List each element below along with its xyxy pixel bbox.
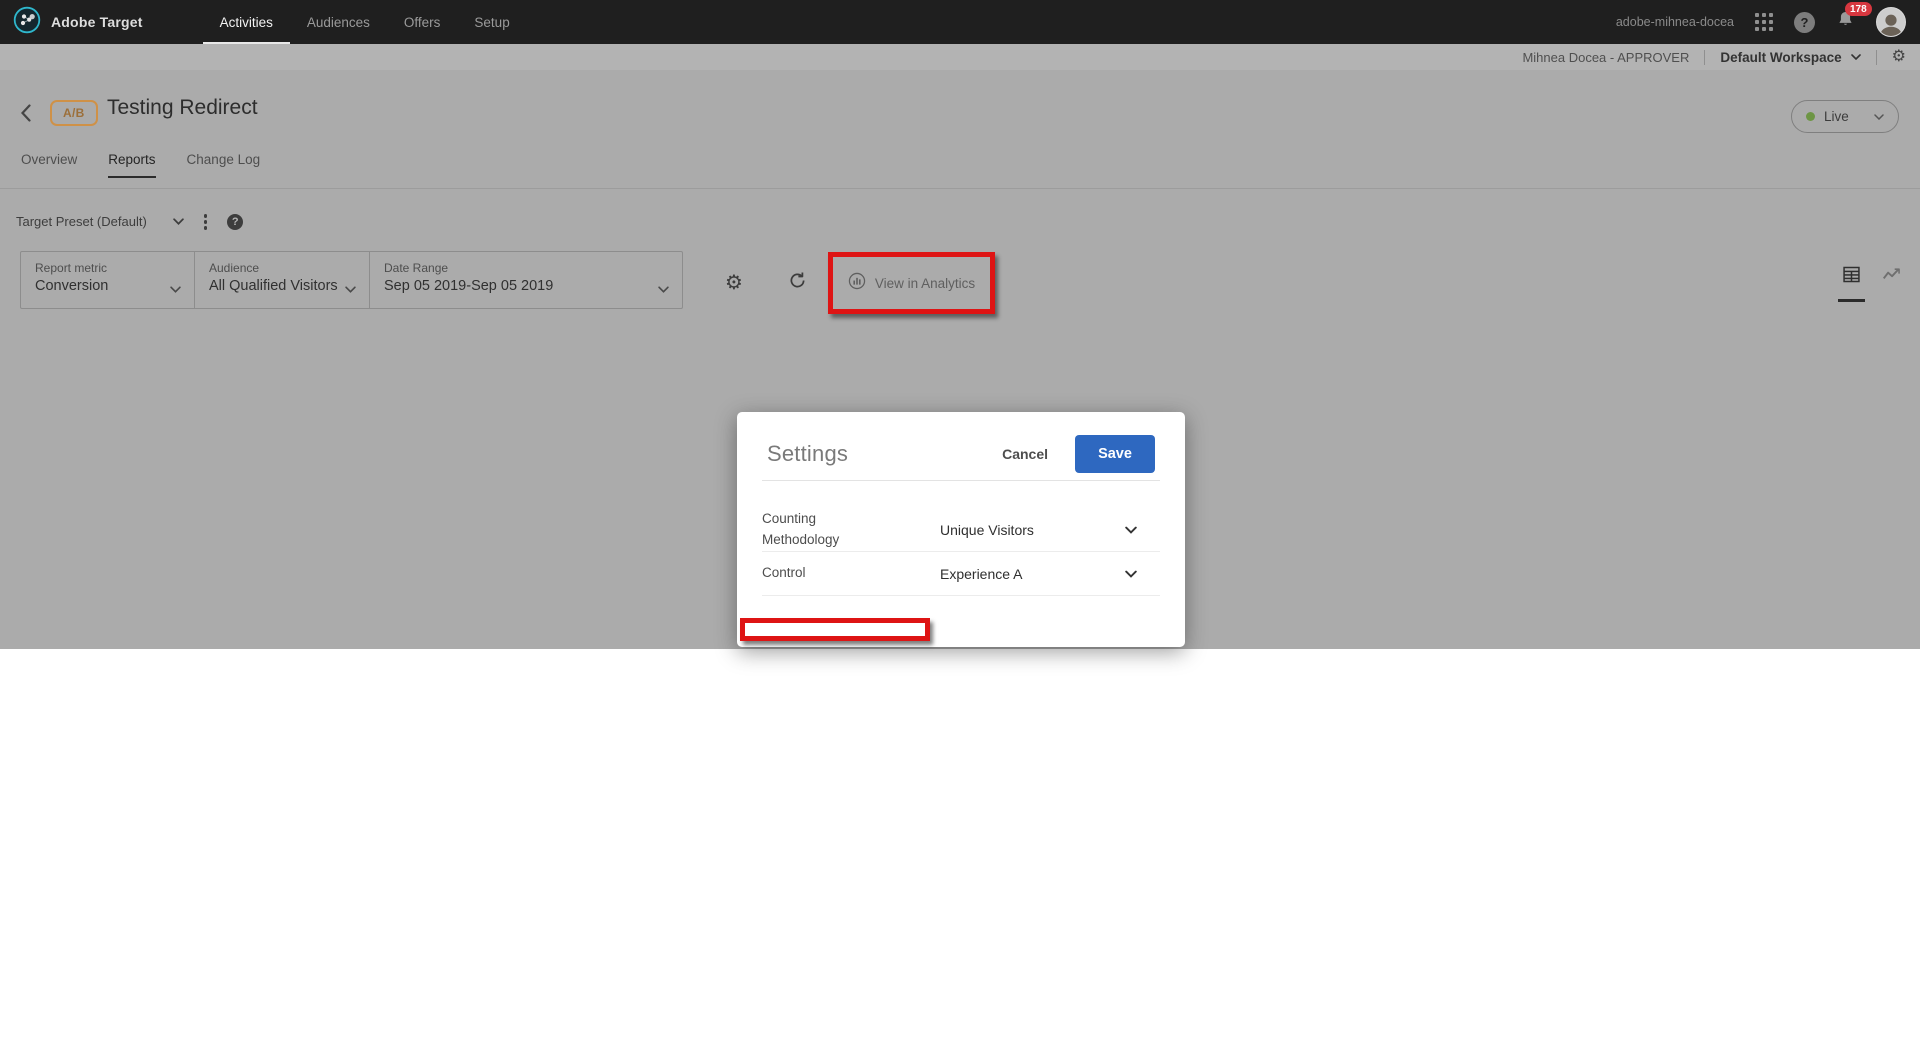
settings-modal: Settings Cancel Save Counting Methodolog… [737, 412, 1185, 647]
tab-change-log[interactable]: Change Log [187, 152, 261, 176]
activity-type-badge: A/B [50, 100, 98, 126]
target-preset-dropdown[interactable]: Target Preset (Default) [16, 214, 147, 229]
modal-header-divider [762, 480, 1160, 481]
page-header: A/B Testing Redirect Live [0, 70, 1920, 133]
annotation-box-view-in-analytics: View in Analytics [828, 252, 995, 314]
report-filter-toolbar: Report metric Conversion Audience All Qu… [20, 251, 683, 309]
divider [1704, 49, 1706, 65]
audience-dropdown[interactable]: Audience All Qualified Visitors [194, 252, 369, 308]
live-status-dot [1806, 112, 1815, 121]
app-switcher-icon[interactable] [1755, 13, 1773, 31]
field-divider [762, 595, 1160, 596]
chevron-down-icon[interactable] [173, 218, 184, 226]
brand: Adobe Target [13, 6, 143, 39]
nav-item-activities[interactable]: Activities [202, 0, 290, 44]
brand-name: Adobe Target [51, 14, 143, 30]
page-title: Testing Redirect [107, 96, 258, 119]
tabs-divider [0, 188, 1920, 189]
date-range-label: Date Range [384, 261, 449, 275]
workspace-bar: Mihnea Docea - APPROVER Default Workspac… [0, 44, 1920, 70]
chevron-down-icon [170, 286, 181, 293]
user-avatar[interactable] [1876, 7, 1906, 37]
chevron-down-icon [345, 286, 356, 293]
status-label: Live [1824, 109, 1849, 124]
top-navigation-bar: Adobe Target Activities Audiences Offers… [0, 0, 1920, 44]
audience-value: All Qualified Visitors [209, 278, 338, 294]
annotation-box-empty [740, 618, 930, 641]
report-metric-value: Conversion [35, 278, 109, 294]
chart-view-icon[interactable] [1882, 267, 1903, 298]
back-chevron-icon[interactable] [20, 104, 31, 127]
nav-item-setup[interactable]: Setup [457, 0, 526, 44]
report-settings-gear-icon[interactable]: ⚙ [725, 270, 743, 295]
view-in-analytics-button[interactable]: View in Analytics [875, 276, 975, 291]
report-view-toggle [1838, 264, 1903, 302]
audience-label: Audience [209, 261, 260, 275]
adobe-target-logo-icon [13, 6, 41, 39]
primary-nav: Activities Audiences Offers Setup [202, 0, 527, 44]
report-metric-dropdown[interactable]: Report metric Conversion [21, 252, 194, 308]
counting-methodology-select[interactable]: Unique Visitors [940, 522, 1034, 538]
settings-modal-header: Settings Cancel Save [737, 412, 1185, 474]
tab-reports[interactable]: Reports [108, 152, 156, 178]
counting-methodology-row: Counting Methodology Unique Visitors [737, 508, 1185, 551]
user-role-label: Mihnea Docea - APPROVER [1522, 49, 1690, 65]
divider [1875, 49, 1877, 65]
control-label: Control [762, 565, 806, 581]
control-row: Control Experience A [737, 552, 1185, 595]
notifications-bell-icon[interactable]: 178 [1836, 2, 1872, 34]
workspace-settings-gear-icon[interactable]: ⚙ [1892, 49, 1906, 65]
table-view-icon[interactable] [1838, 264, 1865, 302]
date-range-value: Sep 05 2019-Sep 05 2019 [384, 278, 554, 294]
chevron-down-icon[interactable] [1125, 570, 1137, 578]
workspace-selector[interactable]: Default Workspace [1720, 49, 1861, 65]
nav-right-cluster: adobe-mihnea-docea ? 178 [1615, 2, 1920, 37]
nav-item-offers[interactable]: Offers [387, 0, 458, 44]
report-help-icon[interactable]: ? [227, 213, 244, 230]
nav-item-audiences[interactable]: Audiences [290, 0, 387, 44]
help-icon[interactable]: ? [1794, 11, 1815, 33]
save-button[interactable]: Save [1075, 435, 1155, 473]
notification-count-badge: 178 [1845, 2, 1872, 16]
tab-overview[interactable]: Overview [21, 152, 77, 176]
workspace-name: Default Workspace [1720, 49, 1842, 65]
chevron-down-icon[interactable] [1125, 526, 1137, 534]
account-name: adobe-mihnea-docea [1615, 15, 1734, 29]
activity-status-dropdown[interactable]: Live [1791, 100, 1899, 133]
chevron-down-icon [658, 286, 669, 293]
report-metric-label: Report metric [35, 261, 108, 275]
counting-methodology-label: Counting Methodology [762, 511, 840, 547]
settings-fields: Counting Methodology Unique Visitors Con… [737, 508, 1185, 596]
modal-title: Settings [767, 441, 849, 466]
more-options-kebab-icon[interactable] [198, 212, 214, 232]
report-preset-row: Target Preset (Default) ? [16, 212, 244, 232]
refresh-icon[interactable] [787, 270, 808, 296]
control-select[interactable]: Experience A [940, 566, 1023, 582]
cancel-button[interactable]: Cancel [1002, 446, 1048, 462]
analytics-icon [848, 272, 866, 295]
date-range-dropdown[interactable]: Date Range Sep 05 2019-Sep 05 2019 [369, 252, 682, 308]
activity-tabs: Overview Reports Change Log [21, 152, 261, 178]
